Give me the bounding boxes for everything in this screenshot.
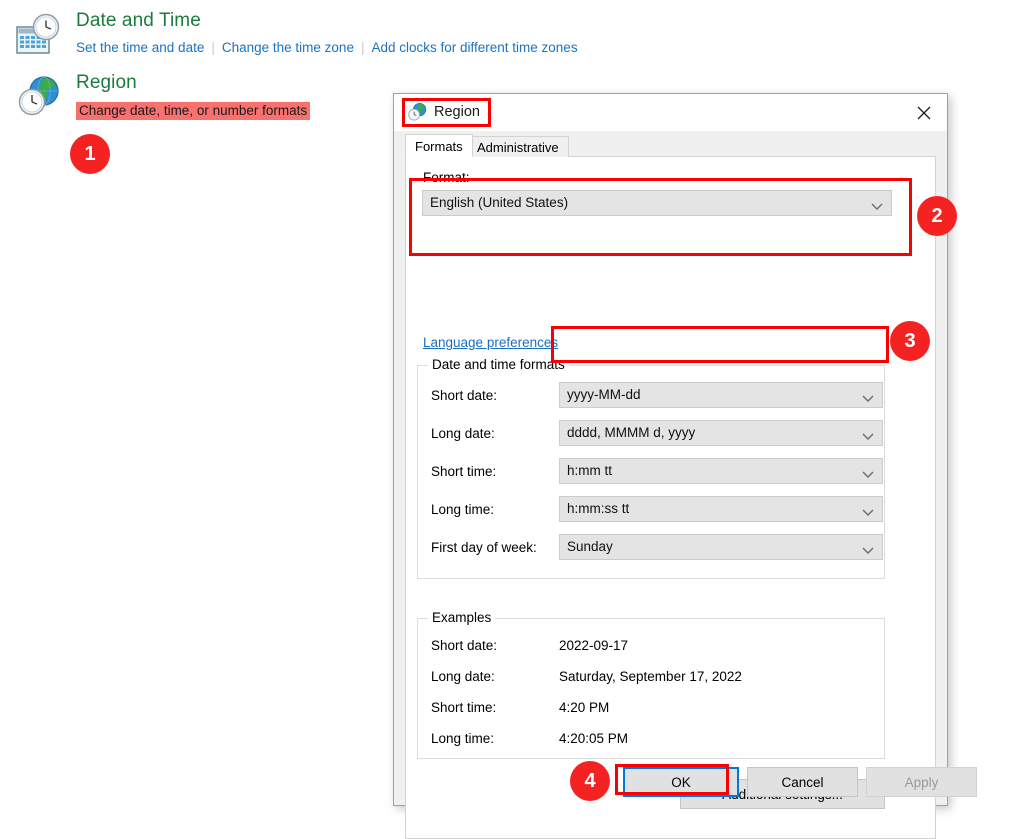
short-time-combobox-value: h:mm tt	[567, 463, 613, 478]
chevron-down-icon	[862, 429, 874, 444]
group-date-and-time-formats: Date and time formats Short date: yyyy-M…	[417, 357, 885, 579]
example-short-date-label: Short date:	[431, 638, 498, 653]
format-combobox[interactable]: English (United States)	[422, 190, 892, 216]
long-date-label: Long date:	[431, 426, 495, 441]
step-badge-3: 3	[890, 321, 930, 361]
long-date-combobox[interactable]: dddd, MMMM d, yyyy	[559, 420, 883, 446]
example-long-time-label: Long time:	[431, 731, 495, 746]
group-examples: Examples Short date: 2022-09-17 Long dat…	[417, 610, 885, 759]
group-legend-examples: Examples	[428, 610, 496, 625]
long-date-combobox-value: dddd, MMMM d, yyyy	[567, 425, 696, 440]
globe-clock-icon	[407, 102, 428, 123]
dialog-titlebar: Region	[394, 94, 947, 131]
group-legend-date-and-time-formats: Date and time formats	[428, 357, 569, 372]
short-date-label: Short date:	[431, 388, 498, 403]
dialog-title: Region	[434, 104, 480, 120]
dialog-tab-body: Format: English (United States) Language…	[405, 156, 936, 839]
apply-button: Apply	[866, 767, 977, 797]
first-day-of-week-combobox[interactable]: Sunday	[559, 534, 883, 560]
step-badge-1: 1	[70, 134, 110, 174]
ok-button[interactable]: OK	[623, 767, 739, 797]
chevron-down-icon	[862, 543, 874, 558]
format-combobox-value: English (United States)	[430, 195, 569, 210]
example-long-date-value: Saturday, September 17, 2022	[559, 669, 742, 684]
example-short-time-label: Short time:	[431, 700, 497, 715]
short-time-label: Short time:	[431, 464, 497, 479]
example-long-time-value: 4:20:05 PM	[559, 731, 629, 746]
step-badge-2: 2	[917, 196, 957, 236]
short-date-combobox-value: yyyy-MM-dd	[567, 387, 641, 402]
cancel-button[interactable]: Cancel	[747, 767, 858, 797]
short-time-combobox[interactable]: h:mm tt	[559, 458, 883, 484]
first-day-of-week-label: First day of week:	[431, 540, 537, 555]
page-title-region: Region	[76, 72, 137, 93]
chevron-down-icon	[871, 199, 883, 214]
step-badge-4: 4	[570, 761, 610, 801]
tab-administrative[interactable]: Administrative	[467, 136, 569, 157]
date-time-links: Set the time and date | Change the time zo…	[76, 40, 578, 55]
dialog-tabstrip: Formats Administrative	[394, 131, 947, 157]
link-change-date-time-or-number-formats[interactable]: Change date, time, or number formats	[76, 102, 311, 120]
link-add-clocks-for-different-time-zones[interactable]: Add clocks for different time zones	[371, 40, 577, 55]
chevron-down-icon	[862, 505, 874, 520]
long-time-label: Long time:	[431, 502, 495, 517]
region-links: Change date, time, or number formats	[76, 102, 311, 120]
region-dialog: Region Formats Administrative Format: En…	[393, 93, 977, 839]
link-separator: |	[360, 40, 365, 55]
first-day-of-week-combobox-value: Sunday	[567, 539, 613, 554]
globe-clock-icon	[14, 74, 64, 122]
page-title-date-and-time: Date and Time	[76, 10, 201, 31]
example-long-date-label: Long date:	[431, 669, 495, 684]
tab-formats[interactable]: Formats	[405, 134, 473, 157]
example-short-time-value: 4:20 PM	[559, 700, 610, 715]
long-time-combobox-value: h:mm:ss tt	[567, 501, 630, 516]
format-label: Format:	[423, 170, 470, 185]
calendar-clock-icon	[14, 12, 64, 60]
chevron-down-icon	[862, 391, 874, 406]
link-separator: |	[211, 40, 215, 55]
link-language-preferences[interactable]: Language preferences	[423, 335, 558, 350]
close-icon[interactable]	[901, 94, 947, 131]
control-panel-background: Date and Time Set the time and date | Chan…	[0, 0, 1023, 839]
chevron-down-icon	[862, 467, 874, 482]
example-short-date-value: 2022-09-17	[559, 638, 629, 653]
long-time-combobox[interactable]: h:mm:ss tt	[559, 496, 883, 522]
link-set-the-time-and-date[interactable]: Set the time and date	[76, 40, 204, 55]
short-date-combobox[interactable]: yyyy-MM-dd	[559, 382, 883, 408]
link-change-the-time-zone[interactable]: Change the time zone	[222, 40, 354, 55]
